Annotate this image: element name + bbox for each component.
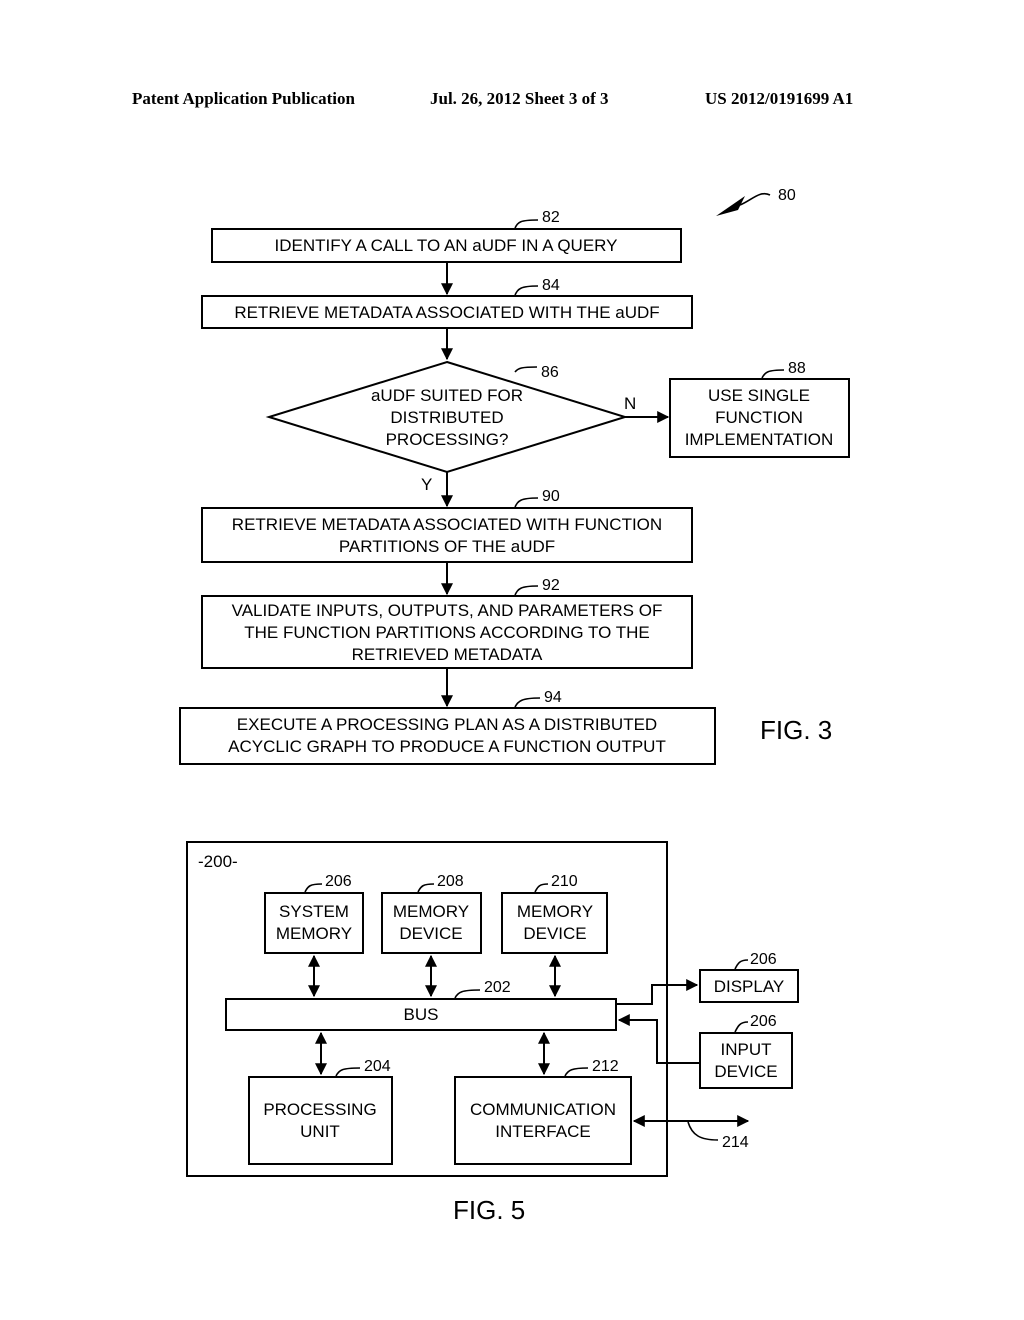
display-label: DISPLAY: [714, 977, 785, 996]
step-94-line-1: EXECUTE A PROCESSING PLAN AS A DISTRIBUT…: [237, 715, 657, 734]
step-92-ref: 92: [542, 577, 560, 594]
communication-interface-line-1: COMMUNICATION: [470, 1100, 616, 1119]
input-device-leader: [734, 1021, 749, 1033]
step-82-text: IDENTIFY A CALL TO AN aUDF IN A QUERY: [275, 236, 618, 255]
fig3-label: FIG. 3: [760, 715, 832, 745]
fig5-block-diagram: -200- SYSTEM MEMORY 206 MEMORY DEVICE 20…: [186, 841, 799, 1225]
step-92-line-3: RETRIEVED METADATA: [352, 645, 543, 664]
branch-no-label: N: [624, 394, 636, 413]
input-device-line-1: INPUT: [721, 1040, 772, 1059]
branch-yes-label: Y: [421, 475, 432, 494]
system-memory-line-2: MEMORY: [276, 924, 352, 943]
system-200-label: -200-: [198, 852, 238, 871]
processing-unit-box: [248, 1076, 393, 1165]
memory-device-2-ref: 210: [551, 873, 578, 890]
decision-86-line-3: PROCESSING?: [386, 430, 509, 449]
decision-86: aUDF SUITED FOR DISTRIBUTED PROCESSING? …: [265, 360, 629, 474]
system-memory-line-1: SYSTEM: [279, 902, 349, 921]
step-84-text: RETRIEVE METADATA ASSOCIATED WITH THE aU…: [234, 303, 659, 322]
drawing-sheet: 80 IDENTIFY A CALL TO AN aUDF IN A QUERY…: [179, 187, 850, 1225]
step-90-leader: [514, 497, 539, 508]
step-92-line-2: THE FUNCTION PARTITIONS ACCORDING TO THE: [244, 623, 650, 642]
ref-80-arrow-icon: [716, 196, 745, 216]
network-ref: 214: [722, 1134, 749, 1151]
decision-86-line-1: aUDF SUITED FOR: [371, 386, 523, 405]
communication-interface-line-2: INTERFACE: [495, 1122, 590, 1141]
step-88-line-1: USE SINGLE: [708, 386, 810, 405]
step-88-leader: [761, 369, 785, 379]
network-leader: [687, 1121, 719, 1141]
ref-80: 80: [778, 187, 796, 204]
memory-device-2-line-1: MEMORY: [517, 902, 593, 921]
step-90-line-1: RETRIEVE METADATA ASSOCIATED WITH FUNCTI…: [232, 515, 662, 534]
step-94-leader: [514, 697, 541, 708]
step-88: USE SINGLE FUNCTION IMPLEMENTATION 88: [669, 360, 850, 458]
processing-unit-ref: 204: [364, 1058, 391, 1075]
step-90-ref: 90: [542, 488, 560, 505]
step-92-line-1: VALIDATE INPUTS, OUTPUTS, AND PARAMETERS…: [232, 601, 663, 620]
display-leader: [734, 959, 749, 970]
input-device-ref: 206: [750, 1013, 777, 1030]
step-92-leader: [514, 585, 539, 596]
processing-unit-line-1: PROCESSING: [263, 1100, 376, 1119]
display-ref: 206: [750, 951, 777, 968]
step-94-ref: 94: [544, 689, 562, 706]
memory-device-2-line-2: DEVICE: [523, 924, 586, 943]
input-device-line-2: DEVICE: [714, 1062, 777, 1081]
step-94-line-2: ACYCLIC GRAPH TO PRODUCE A FUNCTION OUTP…: [228, 737, 666, 756]
system-memory-ref: 206: [325, 873, 352, 890]
memory-device-1-line-1: MEMORY: [393, 902, 469, 921]
memory-device-1-ref: 208: [437, 873, 464, 890]
fig3-flowchart: 80 IDENTIFY A CALL TO AN aUDF IN A QUERY…: [179, 187, 850, 765]
step-84-leader: [514, 285, 539, 296]
ref-80-leader: [739, 192, 771, 206]
decision-86-ref: 86: [541, 364, 559, 381]
step-82: IDENTIFY A CALL TO AN aUDF IN A QUERY 82: [211, 209, 682, 263]
decision-86-leader: [514, 366, 538, 373]
step-90-line-2: PARTITIONS OF THE aUDF: [339, 537, 555, 556]
bus-label: BUS: [404, 1005, 439, 1024]
memory-device-1-line-2: DEVICE: [399, 924, 462, 943]
step-88-ref: 88: [788, 360, 806, 377]
step-82-leader: [514, 219, 539, 229]
processing-unit-line-2: UNIT: [300, 1122, 340, 1141]
communication-interface-box: [454, 1076, 632, 1165]
step-82-ref: 82: [542, 209, 560, 226]
bus-ref: 202: [484, 979, 511, 996]
fig5-label: FIG. 5: [453, 1195, 525, 1225]
step-88-line-2: FUNCTION: [715, 408, 803, 427]
step-88-line-3: IMPLEMENTATION: [685, 430, 834, 449]
communication-interface-ref: 212: [592, 1058, 619, 1075]
step-84-ref: 84: [542, 277, 560, 294]
decision-86-line-2: DISTRIBUTED: [390, 408, 503, 427]
